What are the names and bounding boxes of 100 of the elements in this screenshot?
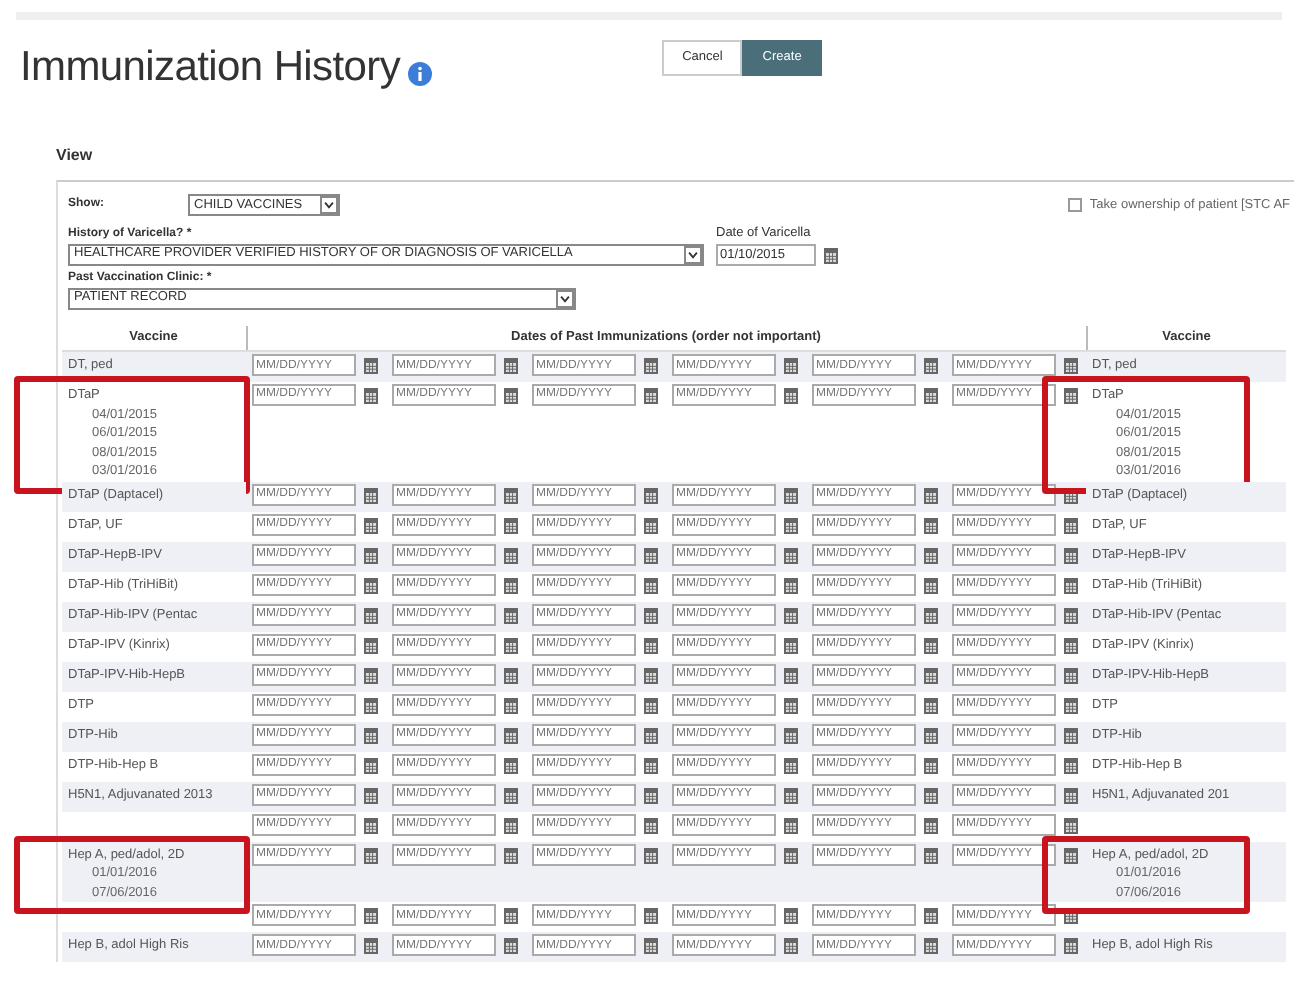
- calendar-icon[interactable]: [504, 667, 518, 683]
- calendar-icon[interactable]: [784, 817, 798, 833]
- calendar-icon[interactable]: [644, 487, 658, 503]
- calendar-icon[interactable]: [644, 637, 658, 653]
- calendar-icon[interactable]: [364, 847, 378, 863]
- calendar-icon[interactable]: [504, 697, 518, 713]
- calendar-icon[interactable]: [1064, 727, 1078, 743]
- calendar-icon[interactable]: [364, 697, 378, 713]
- calendar-icon[interactable]: [924, 607, 938, 623]
- calendar-icon[interactable]: [364, 787, 378, 803]
- calendar-icon[interactable]: [644, 667, 658, 683]
- calendar-icon[interactable]: [1064, 697, 1078, 713]
- calendar-icon[interactable]: [644, 847, 658, 863]
- calendar-icon[interactable]: [1064, 637, 1078, 653]
- calendar-icon[interactable]: [784, 667, 798, 683]
- calendar-icon[interactable]: [1064, 517, 1078, 533]
- calendar-icon[interactable]: [924, 387, 938, 404]
- info-icon[interactable]: [408, 61, 433, 85]
- calendar-icon[interactable]: [364, 547, 378, 563]
- calendar-icon[interactable]: [504, 517, 518, 533]
- calendar-icon[interactable]: [784, 637, 798, 653]
- calendar-icon[interactable]: [1064, 358, 1078, 375]
- calendar-icon[interactable]: [504, 637, 518, 653]
- calendar-icon[interactable]: [364, 358, 378, 375]
- calendar-icon[interactable]: [924, 757, 938, 773]
- calendar-icon[interactable]: [644, 607, 658, 623]
- calendar-icon[interactable]: [364, 487, 378, 503]
- calendar-icon[interactable]: [924, 727, 938, 743]
- calendar-icon[interactable]: [784, 517, 798, 533]
- calendar-icon[interactable]: [364, 637, 378, 653]
- calendar-icon[interactable]: [364, 387, 378, 404]
- calendar-icon[interactable]: [1064, 547, 1078, 563]
- calendar-icon[interactable]: [504, 487, 518, 503]
- calendar-icon[interactable]: [784, 387, 798, 404]
- calendar-icon[interactable]: [784, 487, 798, 503]
- calendar-icon[interactable]: [504, 387, 518, 404]
- calendar-icon[interactable]: [504, 358, 518, 375]
- calendar-icon[interactable]: [644, 787, 658, 803]
- calendar-icon[interactable]: [784, 787, 798, 803]
- calendar-icon[interactable]: [644, 547, 658, 563]
- calendar-icon[interactable]: [784, 938, 798, 955]
- calendar-icon[interactable]: [784, 697, 798, 713]
- calendar-icon[interactable]: [1064, 757, 1078, 773]
- calendar-icon[interactable]: [644, 817, 658, 833]
- calendar-icon[interactable]: [784, 577, 798, 593]
- calendar-icon[interactable]: [924, 577, 938, 593]
- calendar-icon[interactable]: [504, 847, 518, 863]
- calendar-icon[interactable]: [1064, 387, 1078, 404]
- calendar-icon[interactable]: [364, 757, 378, 773]
- calendar-icon[interactable]: [924, 908, 938, 925]
- calendar-icon[interactable]: [824, 247, 838, 264]
- calendar-icon[interactable]: [924, 517, 938, 533]
- calendar-icon[interactable]: [1064, 817, 1078, 833]
- calendar-icon[interactable]: [504, 607, 518, 623]
- calendar-icon[interactable]: [1064, 577, 1078, 593]
- calendar-icon[interactable]: [504, 817, 518, 833]
- calendar-icon[interactable]: [504, 787, 518, 803]
- calendar-icon[interactable]: [784, 757, 798, 773]
- calendar-icon[interactable]: [644, 517, 658, 533]
- calendar-icon[interactable]: [504, 938, 518, 955]
- calendar-icon[interactable]: [784, 908, 798, 925]
- calendar-icon[interactable]: [644, 358, 658, 375]
- calendar-icon[interactable]: [364, 908, 378, 925]
- calendar-icon[interactable]: [784, 847, 798, 863]
- calendar-icon[interactable]: [364, 577, 378, 593]
- calendar-icon[interactable]: [924, 487, 938, 503]
- calendar-icon[interactable]: [1064, 938, 1078, 955]
- calendar-icon[interactable]: [784, 727, 798, 743]
- calendar-icon[interactable]: [924, 637, 938, 653]
- calendar-icon[interactable]: [504, 577, 518, 593]
- calendar-icon[interactable]: [924, 667, 938, 683]
- calendar-icon[interactable]: [364, 517, 378, 533]
- calendar-icon[interactable]: [1064, 787, 1078, 803]
- calendar-icon[interactable]: [364, 667, 378, 683]
- calendar-icon[interactable]: [504, 727, 518, 743]
- calendar-icon[interactable]: [1064, 607, 1078, 623]
- calendar-icon[interactable]: [364, 607, 378, 623]
- calendar-icon[interactable]: [504, 908, 518, 925]
- calendar-icon[interactable]: [924, 938, 938, 955]
- calendar-icon[interactable]: [784, 358, 798, 375]
- calendar-icon[interactable]: [924, 847, 938, 863]
- calendar-icon[interactable]: [644, 697, 658, 713]
- calendar-icon[interactable]: [924, 787, 938, 803]
- calendar-icon[interactable]: [644, 727, 658, 743]
- calendar-icon[interactable]: [644, 387, 658, 404]
- calendar-icon[interactable]: [924, 697, 938, 713]
- calendar-icon[interactable]: [784, 607, 798, 623]
- calendar-icon[interactable]: [504, 547, 518, 563]
- calendar-icon[interactable]: [644, 938, 658, 955]
- calendar-icon[interactable]: [644, 577, 658, 593]
- calendar-icon[interactable]: [924, 817, 938, 833]
- calendar-icon[interactable]: [924, 358, 938, 375]
- checkbox[interactable]: [1067, 198, 1082, 212]
- calendar-icon[interactable]: [364, 817, 378, 833]
- calendar-icon[interactable]: [644, 908, 658, 925]
- calendar-icon[interactable]: [784, 547, 798, 563]
- calendar-icon[interactable]: [364, 938, 378, 955]
- calendar-icon[interactable]: [364, 727, 378, 743]
- calendar-icon[interactable]: [1064, 847, 1078, 863]
- calendar-icon[interactable]: [1064, 667, 1078, 683]
